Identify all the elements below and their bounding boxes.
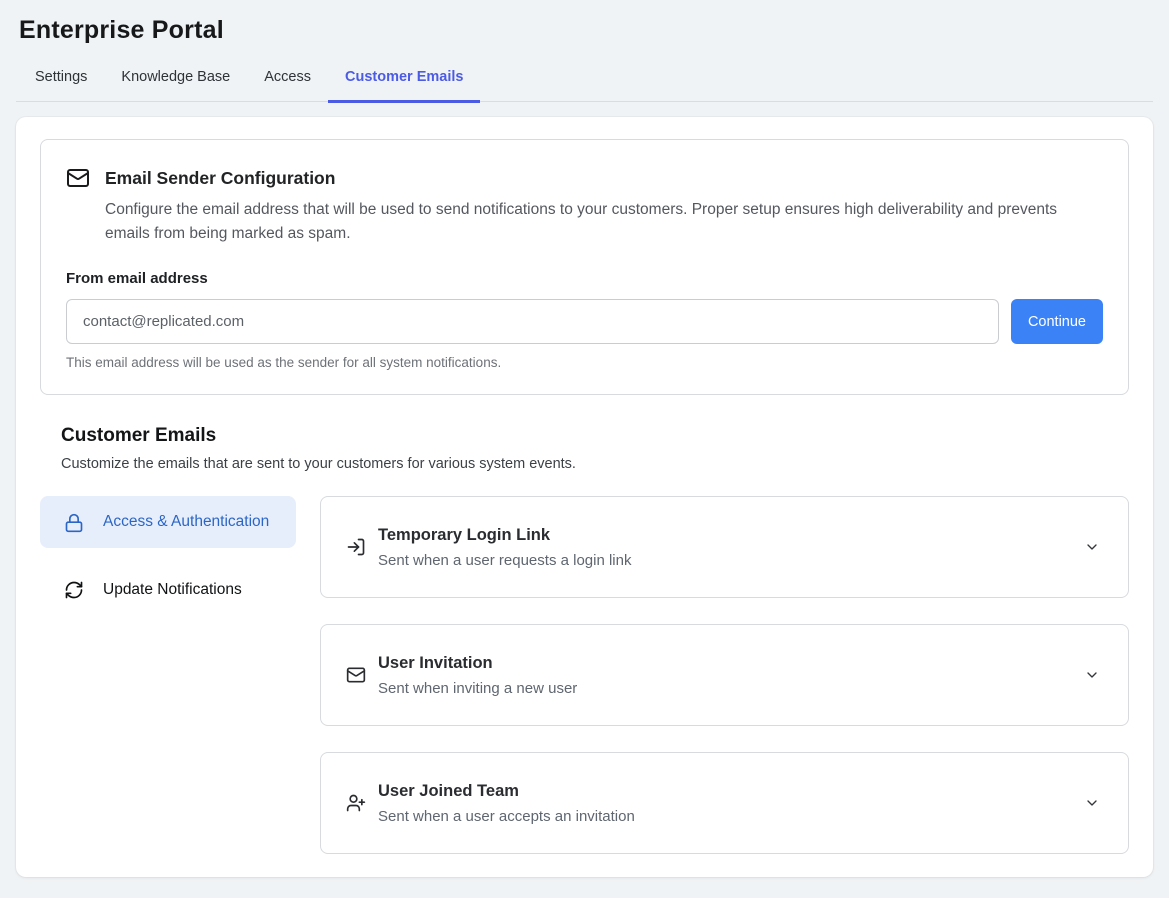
sender-card-title: Email Sender Configuration (105, 166, 1090, 190)
tab-knowledge-base[interactable]: Knowledge Base (104, 59, 247, 103)
email-card-texts: User Invitation Sent when inviting a new… (378, 651, 1084, 699)
sender-card-header: Email Sender Configuration Configure the… (66, 166, 1103, 246)
email-input-row: Continue (66, 299, 1103, 344)
email-card-texts: Temporary Login Link Sent when a user re… (378, 523, 1084, 571)
sender-card-texts: Email Sender Configuration Configure the… (105, 166, 1090, 246)
customer-emails-heading-block: Customer Emails Customize the emails tha… (40, 425, 1129, 472)
email-card-subtitle: Sent when a user accepts an invitation (378, 806, 1084, 827)
sidebar-item-label: Update Notifications (103, 578, 242, 602)
email-card-subtitle: Sent when a user requests a login link (378, 550, 1084, 571)
tab-bar: Settings Knowledge Base Access Customer … (16, 59, 1153, 102)
customer-emails-section: Customer Emails Customize the emails tha… (40, 425, 1129, 854)
mail-icon (66, 166, 90, 190)
chevron-down-icon[interactable] (1084, 667, 1100, 683)
continue-button[interactable]: Continue (1011, 299, 1103, 344)
tab-customer-emails[interactable]: Customer Emails (328, 59, 480, 103)
main-panel: Email Sender Configuration Configure the… (16, 117, 1153, 877)
email-category-sidebar: Access & Authentication Update Notificat… (40, 496, 296, 854)
chevron-down-icon[interactable] (1084, 539, 1100, 555)
customer-emails-title: Customer Emails (61, 425, 1129, 447)
email-card-subtitle: Sent when inviting a new user (378, 678, 1084, 699)
sidebar-item-label: Access & Authentication (103, 510, 269, 534)
email-card-user-invitation[interactable]: User Invitation Sent when inviting a new… (320, 624, 1129, 726)
email-card-title: User Invitation (378, 651, 1084, 675)
refresh-icon (64, 580, 84, 600)
from-email-label: From email address (66, 270, 1103, 287)
user-plus-icon (346, 793, 366, 813)
email-card-texts: User Joined Team Sent when a user accept… (378, 779, 1084, 827)
email-template-list: Temporary Login Link Sent when a user re… (320, 496, 1129, 854)
tab-access[interactable]: Access (247, 59, 328, 103)
mail-icon (346, 665, 366, 685)
sidebar-item-access-authentication[interactable]: Access & Authentication (40, 496, 296, 548)
customer-emails-description: Customize the emails that are sent to yo… (61, 456, 1129, 472)
lock-icon (64, 513, 84, 533)
from-email-input[interactable] (66, 299, 999, 344)
login-icon (346, 537, 366, 557)
chevron-down-icon[interactable] (1084, 795, 1100, 811)
customer-emails-body: Access & Authentication Update Notificat… (40, 496, 1129, 854)
email-card-temporary-login-link[interactable]: Temporary Login Link Sent when a user re… (320, 496, 1129, 598)
page-header: Enterprise Portal (0, 0, 1169, 45)
email-card-title: Temporary Login Link (378, 523, 1084, 547)
sidebar-item-update-notifications[interactable]: Update Notifications (40, 564, 296, 616)
tab-settings[interactable]: Settings (18, 59, 104, 103)
email-card-user-joined-team[interactable]: User Joined Team Sent when a user accept… (320, 752, 1129, 854)
page-title: Enterprise Portal (19, 16, 1150, 45)
email-helper-text: This email address will be used as the s… (66, 355, 1103, 370)
email-sender-configuration-card: Email Sender Configuration Configure the… (40, 139, 1129, 395)
email-card-title: User Joined Team (378, 779, 1084, 803)
sender-card-description: Configure the email address that will be… (105, 198, 1090, 246)
